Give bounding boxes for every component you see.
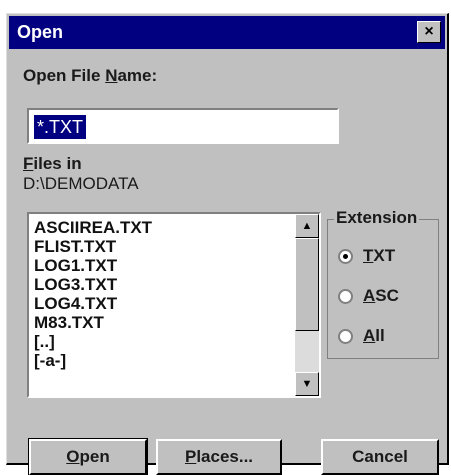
radio-label: ASC: [363, 286, 399, 305]
window-title: Open: [17, 22, 64, 42]
scroll-thumb[interactable]: [295, 238, 319, 331]
places-button[interactable]: Places...: [156, 439, 282, 475]
scroll-up-button[interactable]: ▲: [295, 214, 319, 238]
radio-button[interactable]: [338, 329, 353, 344]
scroll-down-button[interactable]: ▼: [295, 372, 319, 396]
radio-label: All: [363, 326, 385, 345]
file-list-item[interactable]: [..]: [34, 332, 152, 351]
scroll-up-icon: ▲: [301, 220, 313, 232]
radio-selected-dot: [343, 254, 348, 259]
file-list-item[interactable]: [-a-]: [34, 351, 152, 370]
radio-button[interactable]: [338, 289, 353, 304]
radio-label: TXT: [363, 246, 396, 265]
close-icon: ×: [424, 23, 434, 40]
extension-group-title: Extension: [334, 208, 420, 228]
file-listbox[interactable]: ASCIIREA.TXT FLIST.TXT LOG1.TXT LOG3.TXT LOG…: [27, 212, 321, 398]
file-list-item[interactable]: FLIST.TXT: [34, 237, 152, 256]
file-list-item[interactable]: LOG4.TXT: [34, 294, 152, 313]
scroll-down-icon: ▼: [301, 378, 313, 390]
vertical-scrollbar[interactable]: ▲ ▼: [295, 214, 319, 396]
file-list-item[interactable]: ASCIIREA.TXT: [34, 218, 152, 237]
file-list-item[interactable]: M83.TXT: [34, 313, 152, 332]
title-bar[interactable]: Open ×: [9, 16, 445, 49]
file-list-item[interactable]: LOG3.TXT: [34, 275, 152, 294]
cancel-button[interactable]: Cancel: [321, 439, 439, 475]
file-list-item[interactable]: LOG1.TXT: [34, 256, 152, 275]
filename-value: *.TXT: [34, 115, 87, 139]
open-button[interactable]: Open: [28, 438, 148, 475]
open-dialog: Open × Open File Name: *.TXT Files in D:…: [6, 13, 449, 475]
close-button[interactable]: ×: [417, 21, 441, 43]
filename-input[interactable]: *.TXT: [27, 108, 339, 144]
extension-group: Extension TXT ASC All: [327, 208, 439, 359]
current-path: D:\DEMODATA: [23, 174, 139, 193]
files-in-label: Files in: [23, 154, 82, 173]
filename-label: Open File Name:: [23, 66, 158, 85]
radio-button[interactable]: [338, 249, 353, 264]
